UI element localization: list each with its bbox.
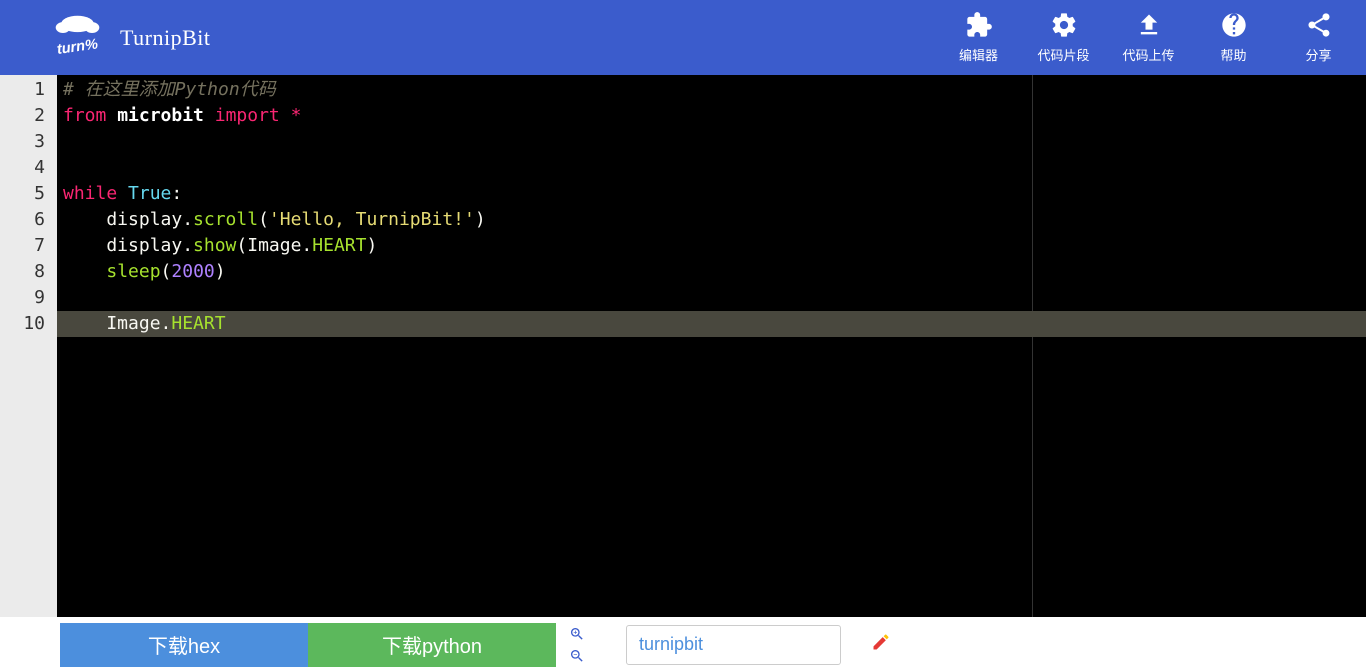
nav-share[interactable]: 分享 — [1291, 11, 1346, 64]
code-line[interactable]: sleep(2000) — [63, 259, 1366, 285]
header: turn% TurnipBit 编辑器 代码片段 代码上传 — [0, 0, 1366, 75]
download-hex-button[interactable]: 下载hex — [60, 623, 308, 667]
code-line[interactable]: Image.HEART — [63, 311, 1366, 337]
svg-text:turn%: turn% — [56, 36, 99, 58]
zoom-out-button[interactable] — [568, 647, 586, 665]
line-number: 7 — [0, 233, 45, 259]
nav-snippet[interactable]: 代码片段 — [1036, 11, 1091, 64]
filename-field[interactable] — [626, 625, 841, 665]
line-number: 3 — [0, 129, 45, 155]
gears-icon — [1050, 11, 1078, 39]
line-gutter: 12345678910 — [0, 75, 57, 617]
code-line[interactable]: while True: — [63, 181, 1366, 207]
logo-area: turn% TurnipBit — [50, 13, 211, 63]
code-line[interactable] — [63, 155, 1366, 181]
pencil-icon — [871, 632, 891, 658]
zoom-controls — [568, 625, 586, 665]
filename-input[interactable] — [639, 634, 871, 655]
code-line[interactable] — [63, 285, 1366, 311]
upload-icon — [1135, 11, 1163, 39]
brand-name: TurnipBit — [120, 25, 211, 51]
line-number: 5 — [0, 181, 45, 207]
nav-label: 分享 — [1305, 45, 1331, 64]
line-number: 9 — [0, 285, 45, 311]
line-number: 4 — [0, 155, 45, 181]
download-python-button[interactable]: 下载python — [308, 623, 556, 667]
nav: 编辑器 代码片段 代码上传 帮助 分享 — [951, 11, 1346, 64]
line-number: 6 — [0, 207, 45, 233]
ruler-line — [1032, 75, 1033, 617]
nav-label: 代码片段 — [1037, 45, 1089, 64]
line-number: 2 — [0, 103, 45, 129]
share-icon — [1305, 11, 1333, 39]
question-icon — [1220, 11, 1248, 39]
code-line[interactable]: from microbit import * — [63, 103, 1366, 129]
code-line[interactable]: display.show(Image.HEART) — [63, 233, 1366, 259]
nav-help[interactable]: 帮助 — [1206, 11, 1261, 64]
nav-editor[interactable]: 编辑器 — [951, 11, 1006, 64]
footer: 下载hex 下载python — [0, 617, 1366, 672]
code-line[interactable]: display.scroll('Hello, TurnipBit!') — [63, 207, 1366, 233]
puzzle-icon — [965, 11, 993, 39]
line-number: 1 — [0, 77, 45, 103]
nav-label: 帮助 — [1220, 45, 1246, 64]
code-area[interactable]: # 在这里添加Python代码from microbit import * whi… — [57, 75, 1366, 617]
nav-upload[interactable]: 代码上传 — [1121, 11, 1176, 64]
line-number: 10 — [0, 311, 45, 337]
zoom-in-button[interactable] — [568, 625, 586, 643]
line-number: 8 — [0, 259, 45, 285]
logo-icon: turn% — [50, 13, 105, 63]
nav-label: 代码上传 — [1122, 45, 1174, 64]
nav-label: 编辑器 — [959, 45, 998, 64]
code-editor[interactable]: 12345678910 # 在这里添加Python代码from microbit… — [0, 75, 1366, 617]
code-line[interactable]: # 在这里添加Python代码 — [63, 77, 1366, 103]
code-line[interactable] — [63, 129, 1366, 155]
